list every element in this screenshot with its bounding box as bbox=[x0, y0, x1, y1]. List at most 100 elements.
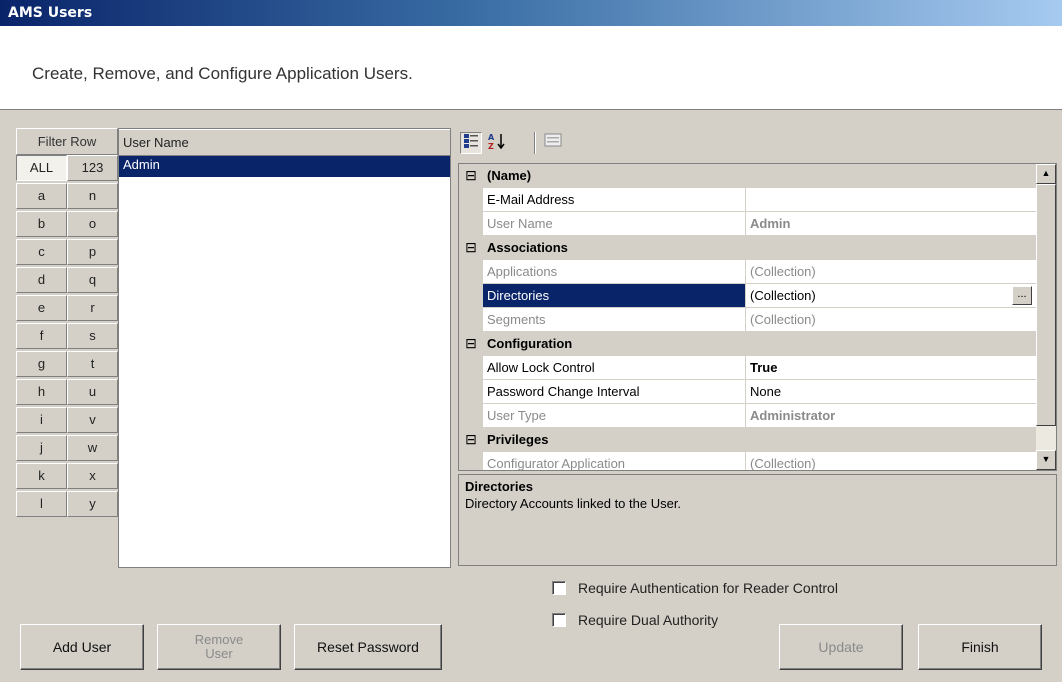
category-row[interactable]: ⊟ Associations bbox=[459, 236, 1036, 260]
property-value[interactable]: (Collection) bbox=[746, 308, 1036, 332]
filter-button-k[interactable]: k bbox=[16, 463, 67, 489]
property-grid-scrollbar[interactable]: ▲ ▼ bbox=[1036, 164, 1056, 470]
collapse-icon[interactable]: ⊟ bbox=[459, 236, 483, 260]
filter-button-x[interactable]: x bbox=[67, 463, 118, 489]
finish-button[interactable]: Finish bbox=[918, 624, 1042, 670]
checkbox-box[interactable] bbox=[552, 581, 566, 595]
update-button[interactable]: Update bbox=[779, 624, 903, 670]
filter-button-n[interactable]: n bbox=[67, 183, 118, 209]
add-user-button[interactable]: Add User bbox=[20, 624, 144, 670]
collapse-icon[interactable]: ⊟ bbox=[459, 428, 483, 452]
filter-button-h[interactable]: h bbox=[16, 379, 67, 405]
filter-button-c[interactable]: c bbox=[16, 239, 67, 265]
checkbox-box[interactable] bbox=[552, 613, 566, 627]
category-row[interactable]: ⊟ Configuration bbox=[459, 332, 1036, 356]
property-row[interactable]: Password Change Interval None bbox=[459, 380, 1036, 404]
require-dual-checkbox[interactable]: Require Dual Authority bbox=[552, 612, 718, 628]
filter-button-y[interactable]: y bbox=[67, 491, 118, 517]
property-row[interactable]: Allow Lock Control True bbox=[459, 356, 1036, 380]
property-name: Directories bbox=[483, 284, 746, 308]
category-row[interactable]: ⊟ (Name) bbox=[459, 164, 1036, 188]
property-name: User Type bbox=[483, 404, 746, 428]
filter-button-l[interactable]: l bbox=[16, 491, 67, 517]
property-value-text: (Collection) bbox=[750, 288, 816, 303]
filter-row-panel: Filter Row ALL 123 a n b o c p d q e r f s g t h u i v j w k x l… bbox=[16, 128, 118, 568]
filter-button-f[interactable]: f bbox=[16, 323, 67, 349]
filter-button-t[interactable]: t bbox=[67, 351, 118, 377]
property-name: Configurator Application bbox=[483, 452, 746, 470]
property-value[interactable]: (Collection) bbox=[746, 452, 1036, 470]
toolbar-separator bbox=[534, 132, 536, 154]
row-gutter bbox=[459, 284, 483, 308]
property-value[interactable]: Administrator bbox=[746, 404, 1036, 428]
category-label: Privileges bbox=[487, 432, 549, 447]
filter-button-b[interactable]: b bbox=[16, 211, 67, 237]
property-row[interactable]: Configurator Application (Collection) bbox=[459, 452, 1036, 470]
row-gutter bbox=[459, 356, 483, 380]
category-label: (Name) bbox=[487, 168, 532, 183]
property-value[interactable]: (Collection) bbox=[746, 260, 1036, 284]
user-list[interactable]: User Name Admin bbox=[118, 128, 451, 568]
filter-button-q[interactable]: q bbox=[67, 267, 118, 293]
scroll-down-icon[interactable]: ▼ bbox=[1036, 450, 1056, 470]
property-grid: ⊟ (Name) E-Mail Address User Name Admin ⊟ Asso… bbox=[458, 163, 1057, 471]
alphabetical-sort-icon[interactable]: AZ bbox=[486, 132, 508, 154]
ellipsis-button[interactable]: ... bbox=[1012, 286, 1032, 305]
filter-button-all[interactable]: ALL bbox=[16, 155, 67, 181]
categorized-icon[interactable] bbox=[460, 132, 482, 154]
property-row[interactable]: Directories (Collection)... bbox=[459, 284, 1036, 308]
collapse-icon[interactable]: ⊟ bbox=[459, 164, 483, 188]
filter-button-o[interactable]: o bbox=[67, 211, 118, 237]
property-row[interactable]: E-Mail Address bbox=[459, 188, 1036, 212]
filter-button-d[interactable]: d bbox=[16, 267, 67, 293]
scroll-up-icon[interactable]: ▲ bbox=[1036, 164, 1056, 184]
collapse-icon[interactable]: ⊟ bbox=[459, 332, 483, 356]
property-row[interactable]: User Type Administrator bbox=[459, 404, 1036, 428]
filter-button-i[interactable]: i bbox=[16, 407, 67, 433]
category-label: Configuration bbox=[487, 336, 573, 351]
property-value[interactable]: Admin bbox=[746, 212, 1036, 236]
filter-button-j[interactable]: j bbox=[16, 435, 67, 461]
property-row[interactable]: Segments (Collection) bbox=[459, 308, 1036, 332]
property-value-text: Administrator bbox=[750, 408, 836, 423]
property-help-panel: Directories Directory Accounts linked to… bbox=[458, 474, 1057, 566]
property-value[interactable] bbox=[746, 188, 1036, 212]
property-row[interactable]: Applications (Collection) bbox=[459, 260, 1036, 284]
filter-button-u[interactable]: u bbox=[67, 379, 118, 405]
property-name: Allow Lock Control bbox=[483, 356, 746, 380]
filter-button-p[interactable]: p bbox=[67, 239, 118, 265]
property-value-text: None bbox=[750, 384, 782, 399]
scroll-thumb[interactable] bbox=[1036, 184, 1056, 426]
row-gutter bbox=[459, 404, 483, 428]
filter-button-r[interactable]: r bbox=[67, 295, 118, 321]
property-name: E-Mail Address bbox=[483, 188, 746, 212]
property-name: User Name bbox=[483, 212, 746, 236]
property-value[interactable]: True bbox=[746, 356, 1036, 380]
filter-button-e[interactable]: e bbox=[16, 295, 67, 321]
filter-button-a[interactable]: a bbox=[16, 183, 67, 209]
filter-button-w[interactable]: w bbox=[67, 435, 118, 461]
help-text: Directory Accounts linked to the User. bbox=[465, 496, 682, 511]
filter-button-g[interactable]: g bbox=[16, 351, 67, 377]
property-name: Password Change Interval bbox=[483, 380, 746, 404]
filter-button-123[interactable]: 123 bbox=[67, 155, 118, 181]
remove-user-button[interactable]: Remove User bbox=[157, 624, 281, 670]
category-row[interactable]: ⊟ Privileges bbox=[459, 428, 1036, 452]
user-name-column-header[interactable]: User Name bbox=[119, 129, 450, 156]
filter-button-v[interactable]: v bbox=[67, 407, 118, 433]
reset-password-button[interactable]: Reset Password bbox=[294, 624, 442, 670]
property-value[interactable]: None bbox=[746, 380, 1036, 404]
help-title: Directories bbox=[465, 479, 533, 494]
filter-button-s[interactable]: s bbox=[67, 323, 118, 349]
require-auth-label: Require Authentication for Reader Contro… bbox=[578, 580, 838, 596]
user-row[interactable]: Admin bbox=[119, 156, 450, 177]
row-gutter bbox=[459, 212, 483, 236]
require-dual-label: Require Dual Authority bbox=[578, 612, 719, 628]
property-value[interactable]: (Collection)... bbox=[746, 284, 1036, 308]
property-pages-icon[interactable] bbox=[542, 132, 564, 154]
row-gutter bbox=[459, 452, 483, 470]
filter-row-header: Filter Row bbox=[16, 128, 118, 155]
property-row[interactable]: User Name Admin bbox=[459, 212, 1036, 236]
require-auth-checkbox[interactable]: Require Authentication for Reader Contro… bbox=[552, 580, 838, 596]
svg-text:A: A bbox=[488, 133, 495, 142]
